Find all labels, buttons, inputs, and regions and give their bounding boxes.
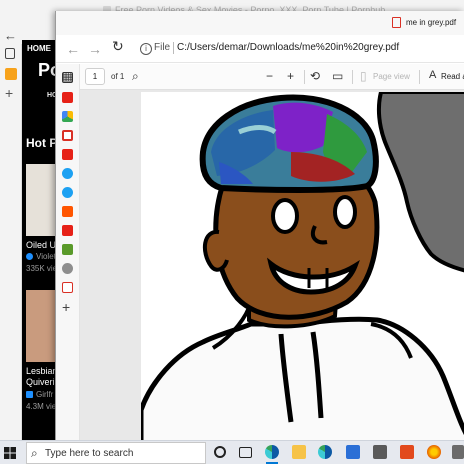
twitter-tab-icon[interactable] [62, 187, 73, 198]
page-number-input[interactable]: 1 [85, 68, 105, 85]
hot-section-heading: Hot P [26, 136, 58, 150]
pornhub-tab-icon[interactable] [5, 68, 17, 80]
app-tab-icon[interactable] [62, 244, 73, 255]
video-title[interactable]: Lesbian [26, 366, 58, 376]
new-tab-plus-icon[interactable]: + [5, 86, 17, 100]
read-aloud-button[interactable]: Read a [441, 72, 464, 81]
video-title[interactable]: Oiled Up [26, 240, 58, 250]
fit-to-page-icon[interactable]: ▭ [332, 69, 343, 83]
back-icon[interactable]: ← [66, 41, 80, 57]
toolbar-divider [352, 70, 353, 84]
taskbar-search-box[interactable]: ⌕ Type here to search [26, 442, 206, 464]
video-channel[interactable]: Violet [36, 252, 56, 261]
contents-icon[interactable]: ▦ [62, 69, 73, 83]
address-url[interactable]: C:/Users/demar/Downloads/me%20in%20grey.… [177, 42, 399, 53]
zoom-in-icon[interactable]: + [287, 69, 294, 83]
page-count: of 1 [111, 72, 125, 81]
pdf-drawing [138, 90, 464, 440]
pdf-page [138, 90, 464, 440]
youtube-tab-icon[interactable] [62, 92, 73, 103]
window-titlebar[interactable]: me in grey.pdf [56, 11, 464, 35]
desktop: Free Porn Videos & Sex Movies - Porno, X… [0, 0, 464, 464]
toolbar-divider [419, 70, 420, 84]
firefox-icon[interactable] [427, 445, 441, 459]
pdf-file-icon [392, 17, 401, 28]
read-aloud-icon[interactable]: A [429, 69, 436, 81]
tab-title[interactable]: me in grey.pdf [406, 18, 456, 27]
edge-pdf-window[interactable]: me in grey.pdf ← → ↻ i File C:/Users/dem… [55, 11, 464, 440]
search-icon: ⌕ [31, 446, 38, 460]
video-views: 335K vie [26, 264, 58, 273]
edge-pinned-icon[interactable] [318, 445, 332, 459]
video-thumbnail[interactable] [26, 164, 58, 236]
info-icon[interactable]: i [140, 43, 152, 55]
new-tab-plus-icon[interactable]: + [62, 300, 73, 314]
pdf-tab-icon[interactable] [62, 282, 73, 293]
refresh-icon[interactable]: ↻ [112, 38, 124, 55]
forward-icon[interactable]: → [88, 41, 102, 57]
video-channel[interactable]: Girlfr [36, 390, 53, 399]
vertical-tabs-sidebar: + [56, 64, 80, 440]
task-view-icon[interactable] [239, 447, 252, 458]
app-icon[interactable] [452, 445, 464, 459]
pdf-canvas[interactable] [80, 90, 464, 440]
page-view-button[interactable]: Page view [373, 72, 410, 81]
pdf-toolbar: ▦ 1 of 1 ⌕ − + ⟲ ▭ ▯ Page view A Read a [62, 64, 464, 90]
channel-badge-icon [26, 391, 33, 398]
google-drive-tab-icon[interactable] [62, 111, 73, 122]
windows-taskbar: ⌕ Type here to search [0, 440, 464, 464]
windows-start-icon[interactable] [4, 447, 16, 459]
background-page-content: HOME Po HO Hot P Oiled Up Violet 335K vi… [22, 40, 58, 440]
video-title-line2[interactable]: Quivering [26, 377, 58, 387]
search-icon[interactable]: ⌕ [132, 69, 139, 84]
taskbar-search-placeholder: Type here to search [45, 448, 134, 459]
verified-badge-icon [26, 253, 33, 260]
video-thumbnail[interactable] [26, 290, 58, 362]
cortana-icon[interactable] [214, 446, 226, 458]
apple-tab-icon[interactable] [62, 263, 73, 274]
twitter-tab-icon[interactable] [62, 168, 73, 179]
file-explorer-icon[interactable] [292, 445, 306, 459]
office-icon[interactable] [400, 445, 414, 459]
background-sidebar: + [0, 44, 22, 440]
zoom-out-icon[interactable]: − [266, 69, 273, 83]
address-separator [173, 42, 174, 54]
soundcloud-tab-icon[interactable] [62, 206, 73, 217]
home-nav-link[interactable]: HOME [27, 44, 51, 53]
rotate-icon[interactable]: ⟲ [310, 69, 320, 83]
mail-icon[interactable] [373, 445, 387, 459]
youtube-tab-icon[interactable] [62, 225, 73, 236]
tab-actions-icon[interactable] [5, 48, 15, 59]
youtube-tab-icon[interactable] [62, 149, 73, 160]
back-arrow-icon[interactable]: ← [4, 28, 17, 43]
file-scheme-label: File [154, 42, 171, 53]
page-view-icon: ▯ [360, 69, 367, 83]
video-views: 4.3M vie [26, 402, 57, 411]
gmail-tab-icon[interactable] [62, 130, 73, 141]
store-icon[interactable] [346, 445, 360, 459]
toolbar-divider [304, 70, 305, 84]
edge-taskbar-icon[interactable] [265, 445, 279, 459]
